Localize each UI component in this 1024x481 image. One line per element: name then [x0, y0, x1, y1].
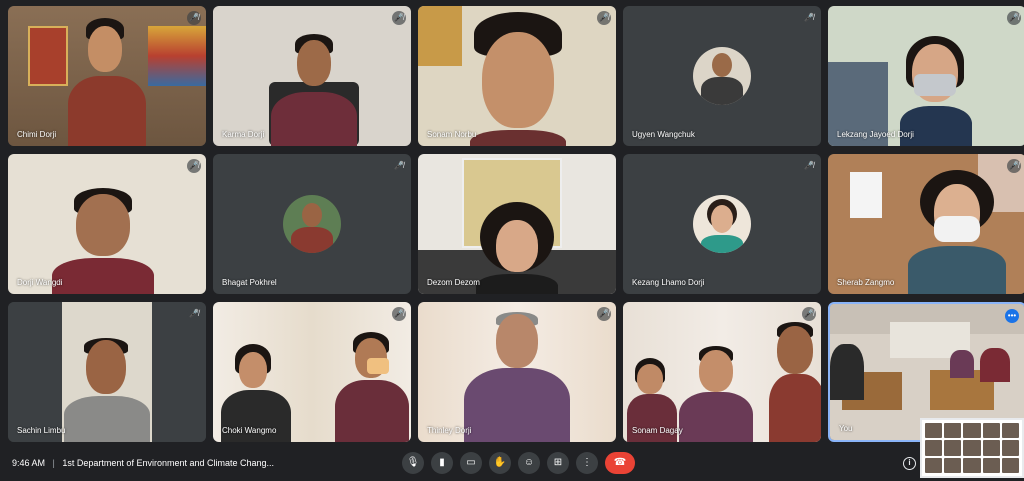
meeting-details: 9:46 AM | 1st Department of Environment …	[12, 458, 274, 468]
participant-tile[interactable]: 🎤̸ Choki Wangmo	[213, 302, 411, 442]
participant-tile[interactable]: 🎤̸ Chimi Dorji	[8, 6, 206, 146]
participant-tile[interactable]: 🎤̸ Sachin Limbu	[8, 302, 206, 442]
emoji-button[interactable]: ☺	[518, 452, 540, 474]
hand-icon: ✋	[493, 457, 507, 468]
captions-icon: ▭	[466, 457, 476, 468]
participant-tile[interactable]: Dezom Dezom	[418, 154, 616, 294]
participant-tile[interactable]: 🎤̸ Bhagat Pokhrel	[213, 154, 411, 294]
muted-mic-icon: 🎤̸	[597, 11, 611, 25]
participant-name: Kezang Lhamo Dorji	[632, 278, 705, 287]
participant-name: Sachin Limbu	[17, 426, 66, 435]
muted-mic-icon: 🎤̸	[802, 307, 816, 321]
more-options-button[interactable]: ⋮	[576, 452, 598, 474]
participant-name: Dezom Dezom	[427, 278, 480, 287]
participant-name: Ugyen Wangchuk	[632, 130, 695, 139]
microphone-button[interactable]: 🎙	[402, 452, 424, 474]
self-preview-thumbnail[interactable]	[920, 418, 1024, 478]
end-call-icon: ☎	[613, 457, 627, 468]
participant-name: Bhagat Pokhrel	[222, 278, 277, 287]
muted-mic-icon: 🎤̸	[392, 159, 406, 173]
present-button[interactable]: ⊞	[547, 452, 569, 474]
avatar	[283, 195, 341, 253]
muted-mic-icon: 🎤̸	[1007, 11, 1021, 25]
participant-tile[interactable]: 🎤̸ Sonam Norbu	[418, 6, 616, 146]
muted-mic-icon: 🎤̸	[802, 11, 816, 25]
participant-grid: 🎤̸ Chimi Dorji 🎤̸ Karma Dorji 🎤̸ Sonam N…	[8, 6, 1024, 443]
emoji-icon: ☺	[523, 457, 535, 468]
muted-mic-icon: 🎤̸	[597, 307, 611, 321]
more-vert-icon: ⋮	[582, 457, 592, 468]
more-options-icon[interactable]: •••	[1005, 309, 1019, 323]
camera-button[interactable]: ▮	[431, 452, 453, 474]
captions-button[interactable]: ▭	[460, 452, 482, 474]
participant-name: Sonam Dagay	[632, 426, 683, 435]
participant-tile[interactable]: 🎤̸ Lekzang Jayoed Dorji	[828, 6, 1024, 146]
camera-icon: ▮	[439, 457, 445, 468]
participant-name: Sherab Zangmo	[837, 278, 895, 287]
participant-name: Chimi Dorji	[17, 130, 57, 139]
call-controls: 🎙 ▮ ▭ ✋ ☺ ⊞ ⋮ ☎	[402, 452, 635, 474]
meeting-title: 1st Department of Environment and Climat…	[62, 458, 275, 468]
participant-tile[interactable]: 🎤̸ Karma Dorji	[213, 6, 411, 146]
participant-tile[interactable]: 🎤̸ Kezang Lhamo Dorji	[623, 154, 821, 294]
muted-mic-icon: 🎤̸	[187, 159, 201, 173]
participant-name: Choki Wangmo	[222, 426, 277, 435]
participant-tile[interactable]: 🎤̸ Thinley Dorji	[418, 302, 616, 442]
participant-name: Sonam Norbu	[427, 130, 477, 139]
muted-mic-icon: 🎤̸	[802, 159, 816, 173]
participant-tile[interactable]: 🎤̸ Sherab Zangmo	[828, 154, 1024, 294]
muted-mic-icon: 🎤̸	[187, 11, 201, 25]
muted-mic-icon: 🎤̸	[1007, 159, 1021, 173]
participant-name: Dorji Wangdi	[17, 278, 63, 287]
avatar	[693, 47, 751, 105]
participant-tile[interactable]: 🎤̸ Ugyen Wangchuk	[623, 6, 821, 146]
preview-grid	[925, 423, 1019, 473]
muted-mic-icon: 🎤̸	[392, 307, 406, 321]
participant-tile[interactable]: 🎤̸ Dorji Wangdi	[8, 154, 206, 294]
meeting-time: 9:46 AM	[12, 458, 46, 468]
end-call-button[interactable]: ☎	[605, 452, 635, 474]
raise-hand-button[interactable]: ✋	[489, 452, 511, 474]
participant-tile[interactable]: 🎤̸ Sonam Dagay	[623, 302, 821, 442]
info-icon[interactable]: i	[903, 457, 916, 470]
avatar	[693, 195, 751, 253]
participant-name: Thinley Dorji	[427, 426, 472, 435]
participant-name: Karma Dorji	[222, 130, 265, 139]
separator: |	[52, 458, 55, 468]
muted-mic-icon: 🎤̸	[187, 307, 201, 321]
bottom-bar: 9:46 AM | 1st Department of Environment …	[0, 447, 1024, 481]
microphone-icon: 🎙	[406, 457, 420, 468]
present-icon: ⊞	[553, 457, 563, 468]
participant-name: You	[839, 424, 853, 433]
muted-mic-icon: 🎤̸	[392, 11, 406, 25]
participant-name: Lekzang Jayoed Dorji	[837, 130, 914, 139]
